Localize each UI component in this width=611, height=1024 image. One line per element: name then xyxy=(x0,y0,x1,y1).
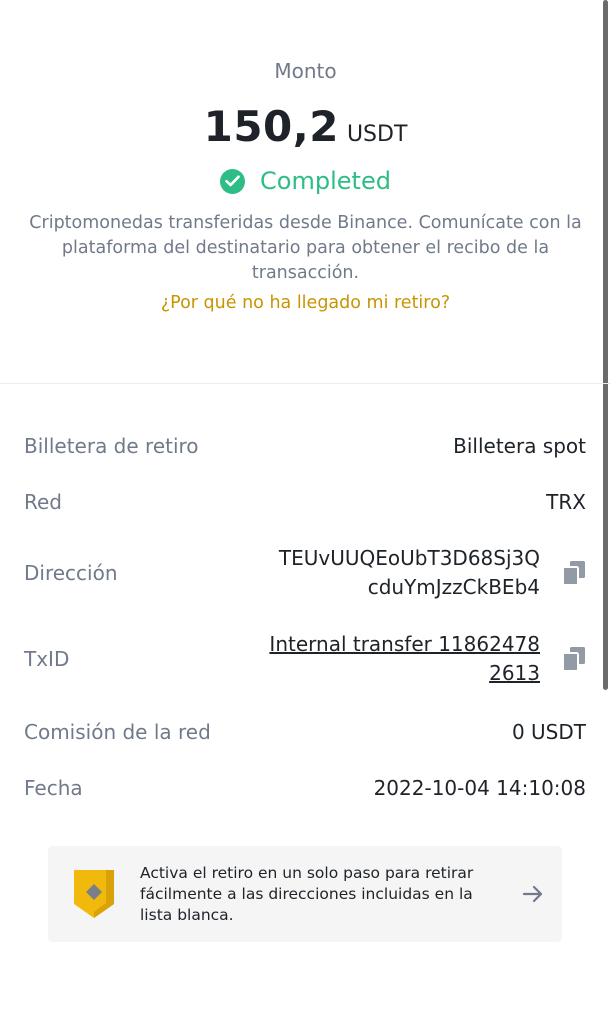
address-line-2: cduYmJzzCkBEb4 xyxy=(367,575,540,599)
network-value: TRX xyxy=(546,490,586,514)
address-row: Dirección TEUvUUQEoUbT3D68Sj3Q cduYmJzzC… xyxy=(24,534,586,612)
amount-value: 150,2 xyxy=(203,102,339,151)
whitelist-banner[interactable]: Activa el retiro en un solo paso para re… xyxy=(48,846,562,942)
address-line-1: TEUvUUQEoUbT3D68Sj3Q xyxy=(278,546,540,570)
status-text: Completed xyxy=(260,167,391,195)
arrow-right-icon[interactable] xyxy=(522,883,544,905)
scrollbar[interactable] xyxy=(603,0,608,690)
txid-row: TxID Internal transfer 11862478 2613 xyxy=(24,620,586,698)
transfer-description: Criptomonedas transferidas desde Binance… xyxy=(29,213,582,283)
txid-label: TxID xyxy=(24,647,70,671)
network-label: Red xyxy=(24,490,62,514)
txid-line-2: 2613 xyxy=(489,661,540,685)
wallet-label: Billetera de retiro xyxy=(24,434,199,458)
fee-value: 0 USDT xyxy=(511,720,586,744)
fee-row: Comisión de la red 0 USDT xyxy=(24,706,586,758)
amount-summary: Monto 150,2 USDT Completed Criptomonedas… xyxy=(0,0,611,316)
wallet-value: Billetera spot xyxy=(453,434,586,458)
date-row: Fecha 2022-10-04 14:10:08 xyxy=(24,762,586,814)
date-value: 2022-10-04 14:10:08 xyxy=(373,776,586,800)
date-label: Fecha xyxy=(24,776,83,800)
address-value-group: TEUvUUQEoUbT3D68Sj3Q cduYmJzzCkBEb4 xyxy=(279,544,586,602)
address-value: TEUvUUQEoUbT3D68Sj3Q cduYmJzzCkBEb4 xyxy=(279,544,540,602)
network-row: Red TRX xyxy=(24,476,586,528)
amount-unit: USDT xyxy=(346,122,408,147)
amount-label: Monto xyxy=(274,59,337,83)
txid-line-1: Internal transfer 11862478 xyxy=(269,632,540,656)
withdrawal-help-link[interactable]: ¿Por qué no ha llegado mi retiro? xyxy=(0,290,611,316)
copy-address-icon[interactable] xyxy=(562,560,586,586)
status-row: Completed xyxy=(0,167,611,195)
section-divider xyxy=(0,383,611,384)
amount-row: 150,2 USDT xyxy=(0,102,611,151)
address-label: Dirección xyxy=(24,561,118,585)
copy-txid-icon[interactable] xyxy=(562,646,586,672)
banner-text: Activa el retiro en un solo paso para re… xyxy=(140,863,474,924)
fee-label: Comisión de la red xyxy=(24,720,211,744)
check-circle-icon xyxy=(220,168,246,194)
shield-icon xyxy=(72,868,116,920)
wallet-row: Billetera de retiro Billetera spot xyxy=(24,420,586,472)
transaction-details: Billetera de retiro Billetera spot Red T… xyxy=(24,420,586,814)
txid-link[interactable]: Internal transfer 11862478 2613 xyxy=(269,630,540,688)
txid-value-group: Internal transfer 11862478 2613 xyxy=(269,630,586,688)
